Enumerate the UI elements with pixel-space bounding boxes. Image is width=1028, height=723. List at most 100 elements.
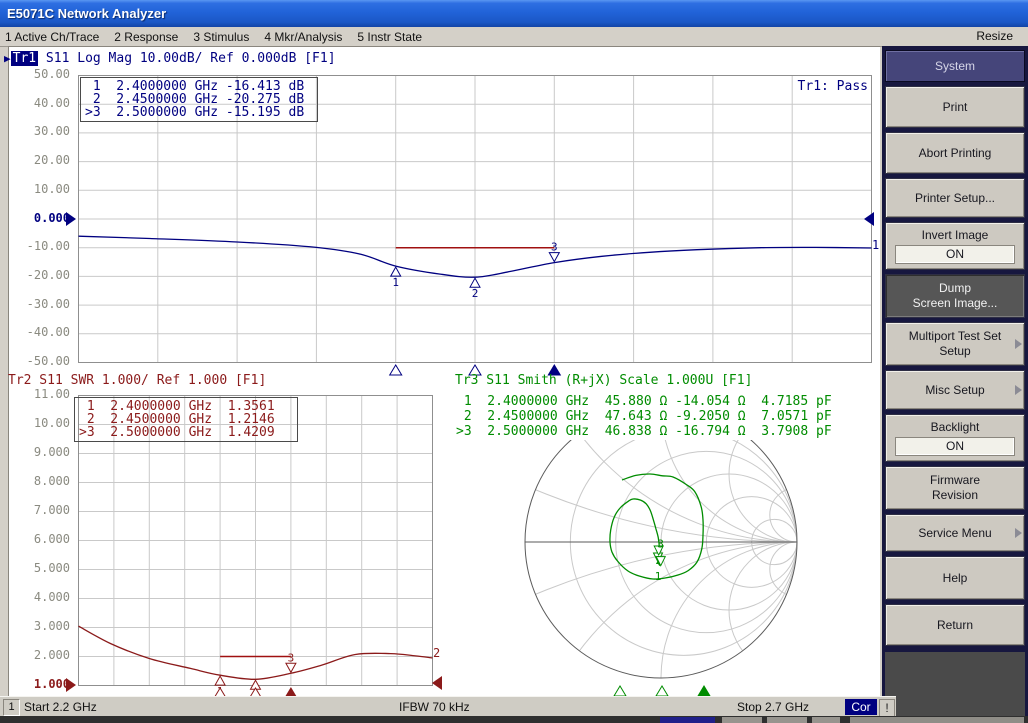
menu-item-1[interactable]: 1 Active Ch/Trace: [5, 30, 99, 44]
y-axis-label: 50.00: [16, 67, 70, 81]
softkey-menu: System Print Abort Printing Printer Setup.…: [882, 46, 1028, 716]
tr2-header[interactable]: Tr2 S11 SWR 1.000/ Ref 1.000 [F1]: [8, 373, 266, 388]
softkey-label: Return: [937, 618, 973, 633]
y-axis-label: 0.000: [16, 211, 70, 225]
softkey-invert-image[interactable]: Invert ImageON: [885, 222, 1025, 270]
marker-row: 1 2.4000000 GHz 45.880 Ω -14.054 Ω 4.718…: [456, 394, 832, 409]
softkey-label: Abort Printing: [919, 146, 992, 161]
svg-text:3: 3: [657, 538, 664, 551]
taskbar-button[interactable]: [767, 717, 807, 723]
y-axis-label: 9.000: [16, 445, 70, 459]
softkey-label: Dump: [939, 281, 971, 296]
taskbar-button-active[interactable]: [660, 717, 715, 723]
taskbar-clock: [850, 717, 1024, 723]
tr1-label: Tr1: [11, 51, 38, 66]
taskbar-button[interactable]: [722, 717, 762, 723]
svg-text:2: 2: [472, 287, 479, 300]
tr1-trace-number: 1: [872, 238, 879, 252]
softkey-print[interactable]: Print: [885, 86, 1025, 128]
tr1-marker-table: 1 2.4000000 GHz -16.413 dB 2 2.4500000 G…: [80, 77, 318, 122]
y-axis-label: 3.000: [16, 619, 70, 633]
softkey-label: Misc Setup: [925, 383, 984, 398]
submenu-arrow-icon: [1015, 528, 1022, 538]
y-axis-label: -20.00: [16, 268, 70, 282]
svg-text:3: 3: [551, 241, 558, 254]
menu-item-2[interactable]: 2 Response: [114, 30, 178, 44]
ifbw-value: IFBW 70 kHz: [399, 700, 470, 714]
tr2-marker-table: 1 2.4000000 GHz 1.3561 2 2.4500000 GHz 1…: [74, 397, 298, 442]
titlebar: E5071C Network Analyzer: [0, 0, 1028, 27]
y-axis-label: 20.00: [16, 153, 70, 167]
softkey-misc-setup[interactable]: Misc Setup: [885, 370, 1025, 410]
menu-item-4[interactable]: 4 Mkr/Analysis: [264, 30, 342, 44]
svg-text:1: 1: [655, 570, 662, 583]
softkey-help[interactable]: Help: [885, 556, 1025, 600]
softkey-return[interactable]: Return: [885, 604, 1025, 646]
y-axis-label: 10.00: [16, 416, 70, 430]
y-axis-label: 30.00: [16, 124, 70, 138]
tr3-marker-table: 1 2.4000000 GHz 45.880 Ω -14.054 Ω 4.718…: [456, 394, 832, 439]
softkey-label: Printer Setup...: [915, 191, 995, 206]
softkey-backlight-toggle[interactable]: ON: [895, 437, 1015, 456]
softkey-label: Help: [943, 571, 968, 586]
active-trace-arrow-icon: ▶: [4, 52, 11, 65]
taskbar: [0, 716, 1028, 723]
channel-indicator: 1: [3, 699, 20, 716]
softkey-firmware[interactable]: FirmwareRevision: [885, 466, 1025, 510]
tr3-smith-chart[interactable]: 123: [452, 440, 872, 698]
tr2-ref-arrow-right-icon: [432, 676, 442, 690]
softkey-backlight[interactable]: Backlight ON: [885, 414, 1025, 462]
window-title: E5071C Network Analyzer: [7, 6, 166, 21]
app-window: E5071C Network Analyzer 1 Active Ch/Trac…: [0, 0, 1028, 723]
svg-text:3: 3: [288, 651, 295, 664]
y-axis-label: 4.000: [16, 590, 70, 604]
y-axis-label: -40.00: [16, 325, 70, 339]
tr2-trace-number: 2: [433, 646, 440, 660]
marker-row: >3 2.5000000 GHz 46.838 Ω -16.794 Ω 3.79…: [456, 424, 832, 439]
marker-row: >3 2.5000000 GHz -15.195 dB: [85, 106, 313, 119]
softkey-label: Revision: [932, 488, 978, 503]
tr1-header-text: S11 Log Mag 10.00dB/ Ref 0.000dB [F1]: [38, 51, 335, 66]
submenu-arrow-icon: [1015, 339, 1022, 349]
y-axis-label: 7.000: [16, 503, 70, 517]
softkey-multiport-test-set[interactable]: Multiport Test SetSetup: [885, 322, 1025, 366]
tr1-header[interactable]: ▶Tr1 S11 Log Mag 10.00dB/ Ref 0.000dB [F…: [4, 51, 336, 66]
y-axis-label: 1.000: [16, 677, 70, 691]
softkey-label: Screen Image...: [913, 296, 998, 311]
y-axis-label: 10.00: [16, 182, 70, 196]
tr1-ref-arrow-right-icon: [864, 212, 874, 226]
tr3-header[interactable]: Tr3 S11 Smith (R+jX) Scale 1.000U [F1]: [455, 373, 752, 388]
menu-item-5[interactable]: 5 Instr State: [357, 30, 422, 44]
softkey-label: Multiport Test Set: [909, 329, 1001, 344]
softkey-label: Service Menu: [918, 526, 991, 541]
menubar: 1 Active Ch/Trace 2 Response 3 Stimulus 4 M…: [0, 27, 1028, 47]
y-axis-label: 6.000: [16, 532, 70, 546]
softkey-invert-image-toggle[interactable]: ON: [895, 245, 1015, 264]
correction-badge: Cor: [845, 699, 877, 715]
y-axis-label: 40.00: [16, 96, 70, 110]
softkey-label: Setup: [939, 344, 970, 359]
stop-frequency: Stop 2.7 GHz: [737, 700, 809, 714]
status-bar: 1 Start 2.2 GHz IFBW 70 kHz Stop 2.7 GHz…: [0, 696, 896, 717]
softkey-abort-printing[interactable]: Abort Printing: [885, 132, 1025, 174]
softkey-dump[interactable]: DumpScreen Image...: [885, 274, 1025, 318]
softkey-service-menu[interactable]: Service Menu: [885, 514, 1025, 552]
start-frequency: Start 2.2 GHz: [24, 700, 97, 714]
tr2-header-text: Tr2 S11 SWR 1.000/ Ref 1.000 [F1]: [8, 373, 266, 388]
softkey-header-system[interactable]: System: [885, 50, 1025, 82]
y-axis-label: -30.00: [16, 297, 70, 311]
taskbar-button[interactable]: [812, 717, 840, 723]
y-axis-label: 2.000: [16, 648, 70, 662]
y-axis-label: 11.00: [16, 387, 70, 401]
svg-text:1: 1: [392, 276, 399, 289]
softkey-printer-setup[interactable]: Printer Setup...: [885, 178, 1025, 218]
softkey-label: Firmware: [930, 473, 980, 488]
softkey-label: Print: [943, 100, 968, 115]
softkey-label: Backlight: [931, 420, 980, 435]
alert-badge: !: [879, 699, 895, 717]
menu-item-resize[interactable]: Resize: [976, 29, 1013, 43]
softkey-footer: [885, 652, 1025, 716]
menu-item-3[interactable]: 3 Stimulus: [193, 30, 249, 44]
menubar-items: 1 Active Ch/Trace 2 Response 3 Stimulus 4 M…: [5, 27, 422, 46]
y-axis-label: -50.00: [16, 354, 70, 368]
